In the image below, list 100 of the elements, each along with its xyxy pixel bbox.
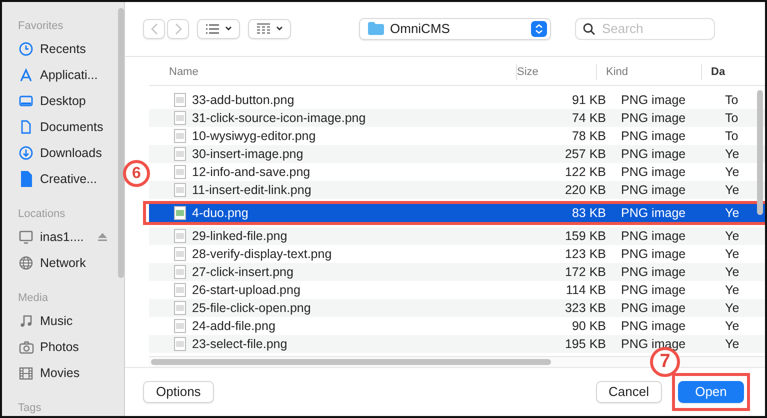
computer-icon bbox=[19, 230, 33, 244]
eject-icon[interactable] bbox=[98, 233, 107, 241]
column-header[interactable]: Name bbox=[150, 64, 516, 80]
file-name: 25-file-click-open.png bbox=[192, 300, 311, 315]
file-row[interactable]: 10-wysiwyg-editor.png 78 KB PNG image To bbox=[149, 126, 765, 145]
file-kind: PNG image bbox=[620, 182, 687, 197]
file-row[interactable]: 29-linked-file.png 159 KB PNG image Ye bbox=[149, 226, 765, 245]
forward-button[interactable] bbox=[167, 18, 189, 39]
search-field[interactable]: Search bbox=[575, 18, 715, 40]
file-name: 33-add-button.png bbox=[192, 92, 294, 107]
file-kind: PNG image bbox=[620, 206, 687, 220]
file-row[interactable]: 4-duo.png 83 KB PNG image Ye bbox=[149, 204, 765, 222]
file-name: 28-verify-display-text.png bbox=[192, 246, 332, 261]
image-file-icon bbox=[174, 182, 186, 197]
download-icon bbox=[19, 146, 33, 160]
file-name: 24-add-file.png bbox=[192, 318, 276, 333]
chevron-left-icon bbox=[150, 22, 158, 35]
file-date: Ye bbox=[725, 336, 740, 351]
file-name: 29-linked-file.png bbox=[192, 228, 288, 243]
document-icon bbox=[19, 120, 33, 134]
vertical-scrollbar-thumb[interactable] bbox=[757, 90, 763, 215]
sidebar-item[interactable]: Movies bbox=[40, 366, 80, 380]
file-size: 195 KB bbox=[564, 336, 607, 351]
file-row[interactable]: 24-add-file.png 90 KB PNG image Ye bbox=[149, 316, 765, 335]
file-kind: PNG image bbox=[620, 164, 687, 179]
options-button[interactable]: Options bbox=[143, 380, 214, 403]
sidebar-section-title: Tags bbox=[18, 402, 42, 414]
file-kind: PNG image bbox=[620, 92, 687, 107]
sidebar-item[interactable]: Network bbox=[40, 256, 86, 270]
column-header[interactable]: Da bbox=[701, 64, 741, 80]
file-date: Ye bbox=[725, 146, 740, 161]
file-date: Ye bbox=[725, 182, 740, 197]
file-name: 26-start-upload.png bbox=[192, 282, 300, 297]
grid-icon bbox=[256, 23, 270, 34]
file-row[interactable]: 12-info-and-save.png 122 KB PNG image Ye bbox=[149, 162, 765, 181]
file-row[interactable]: 11-insert-edit-link.png 220 KB PNG image Ye bbox=[149, 180, 765, 199]
file-kind: PNG image bbox=[620, 146, 687, 161]
file-name: 10-wysiwyg-editor.png bbox=[192, 128, 316, 143]
sidebar-item[interactable]: Documents bbox=[40, 120, 104, 134]
back-button[interactable] bbox=[143, 18, 165, 39]
file-date: Ye bbox=[725, 164, 740, 179]
step-number: 6 bbox=[123, 160, 150, 187]
column-header[interactable]: Kind bbox=[596, 64, 701, 80]
file-name: 23-select-file.png bbox=[192, 336, 288, 351]
view-mode-button[interactable] bbox=[197, 18, 240, 39]
file-size: 74 KB bbox=[570, 110, 607, 125]
clock-icon bbox=[19, 42, 33, 56]
file-kind: PNG image bbox=[620, 228, 687, 243]
image-file-icon bbox=[174, 206, 186, 220]
image-file-icon bbox=[174, 164, 186, 179]
file-date: To bbox=[725, 110, 740, 125]
image-file-icon bbox=[174, 318, 186, 333]
desktop-icon bbox=[19, 94, 33, 108]
file-name: 12-info-and-save.png bbox=[192, 164, 310, 179]
file-date: Ye bbox=[725, 282, 740, 297]
image-file-icon bbox=[174, 146, 186, 161]
cancel-button[interactable]: Cancel bbox=[596, 380, 662, 403]
sidebar-item[interactable]: Downloads bbox=[40, 146, 102, 160]
file-row[interactable]: 28-verify-display-text.png 123 KB PNG image Ye bbox=[149, 244, 765, 263]
location-dropdown[interactable]: OmniCMS bbox=[359, 18, 551, 40]
image-file-icon bbox=[174, 110, 186, 125]
file-size: 114 KB bbox=[564, 282, 607, 297]
file-date: Ye bbox=[725, 300, 740, 315]
file-date: Ye bbox=[725, 246, 740, 261]
file-kind: PNG image bbox=[620, 318, 687, 333]
file-date: Ye bbox=[725, 206, 740, 220]
file-row[interactable]: 30-insert-image.png 257 KB PNG image Ye bbox=[149, 144, 765, 163]
image-file-icon bbox=[174, 282, 186, 297]
applications-icon bbox=[19, 68, 33, 82]
sidebar-item[interactable]: Creative... bbox=[40, 172, 97, 186]
file-row[interactable]: 26-start-upload.png 114 KB PNG image Ye bbox=[149, 280, 765, 299]
image-file-icon bbox=[174, 300, 186, 315]
scrollbar-thumb[interactable] bbox=[118, 8, 124, 278]
file-row[interactable]: 33-add-button.png 91 KB PNG image To bbox=[149, 90, 765, 109]
sidebar-item[interactable]: Desktop bbox=[40, 94, 86, 108]
image-file-icon bbox=[174, 228, 186, 243]
sidebar-item[interactable]: Applicati... bbox=[40, 68, 98, 82]
caret-icon bbox=[224, 26, 232, 32]
sidebar-item[interactable]: inas1.... bbox=[40, 230, 84, 244]
music-note-icon bbox=[19, 314, 33, 328]
sidebar-item[interactable]: Recents bbox=[40, 42, 86, 56]
column-header[interactable]: Size bbox=[516, 64, 596, 80]
sidebar-section-title: Locations bbox=[18, 208, 66, 220]
file-row[interactable]: 27-click-insert.png 172 KB PNG image Ye bbox=[149, 262, 765, 281]
list-icon bbox=[206, 24, 218, 34]
open-button[interactable]: Open bbox=[678, 380, 744, 403]
file-size: 122 KB bbox=[564, 164, 607, 179]
file-kind: PNG image bbox=[620, 246, 687, 261]
file-name: 11-insert-edit-link.png bbox=[192, 182, 312, 197]
file-row[interactable]: 31-click-source-icon-image.png 74 KB PNG image To bbox=[149, 108, 765, 127]
file-size: 159 KB bbox=[564, 228, 607, 243]
sidebar-item[interactable]: Photos bbox=[40, 340, 79, 354]
image-file-icon bbox=[174, 336, 186, 351]
sidebar-item[interactable]: Music bbox=[40, 314, 73, 328]
file-size: 172 KB bbox=[564, 264, 607, 279]
horizontal-scrollbar-thumb[interactable] bbox=[151, 358, 551, 365]
image-file-icon bbox=[174, 264, 186, 279]
chevron-right-icon bbox=[174, 22, 182, 35]
file-row[interactable]: 25-file-click-open.png 323 KB PNG image Ye bbox=[149, 298, 765, 317]
group-button[interactable] bbox=[248, 18, 291, 39]
